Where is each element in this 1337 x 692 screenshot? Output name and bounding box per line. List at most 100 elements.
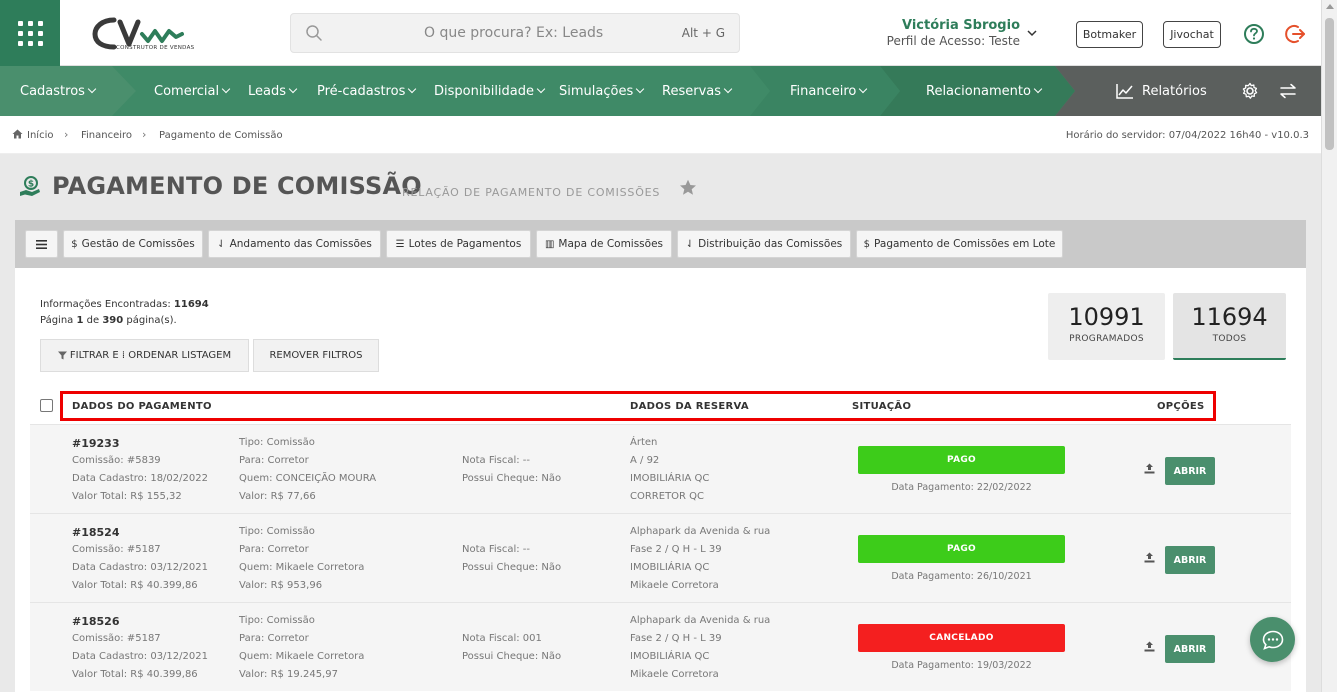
payment-to: Para: Corretor (239, 544, 309, 555)
botmaker-button[interactable]: Botmaker (1076, 21, 1143, 48)
status-badge: PAGO (858, 535, 1065, 563)
mapa-comissoes-button[interactable]: ▥ Mapa de Comissões (536, 230, 672, 258)
chevron-down-icon[interactable] (1026, 28, 1038, 38)
nav-relacionamento[interactable]: Relacionamento (926, 66, 1043, 116)
nav-relatorios[interactable]: Relatórios (1116, 66, 1207, 116)
nav-leads-label: Leads (248, 83, 287, 99)
table-row[interactable]: #19233 Comissão: #5839 Data Cadastro: 18… (30, 424, 1291, 513)
payment-who: Quem: CONCEIÇÃO MOURA (239, 473, 377, 484)
reservation-unit: Fase 2 / Q H - L 39 (630, 544, 722, 555)
column-dados-reserva[interactable]: DADOS DA RESERVA (630, 401, 749, 412)
open-button[interactable]: ABRIR (1165, 635, 1215, 663)
table-header: DADOS DO PAGAMENTO DADOS DA RESERVA SITU… (15, 391, 1306, 422)
reservation-project: Árten (630, 437, 658, 448)
total-value: Valor Total: R$ 40.399,86 (72, 580, 198, 591)
registered-date: Data Cadastro: 18/02/2022 (72, 473, 208, 484)
star-icon[interactable] (679, 179, 697, 196)
swap-icon[interactable] (1279, 83, 1297, 99)
user-info[interactable]: Victória Sbrogio Perfil de Acesso: Teste (850, 18, 1020, 48)
reservation-unit: Fase 2 / Q H - L 39 (630, 633, 722, 644)
pagination-info: Página 1 de 390 página(s). (40, 315, 177, 326)
apps-menu-button[interactable] (0, 0, 60, 66)
lotes-pagamentos-label: Lotes de Pagamentos (408, 238, 522, 250)
scroll-up-arrow[interactable] (1326, 4, 1334, 9)
table-row[interactable]: #18526 Comissão: #5187 Data Cadastro: 03… (30, 602, 1291, 691)
nav-comercial[interactable]: Comercial (154, 66, 231, 116)
nav-relatorios-label: Relatórios (1142, 83, 1207, 99)
pages-word: página(s). (126, 315, 177, 326)
scroll-thumb[interactable] (1325, 18, 1334, 150)
select-all-checkbox[interactable] (40, 399, 53, 412)
search-input[interactable] (424, 25, 664, 41)
jivochat-button[interactable]: Jivochat (1163, 21, 1221, 48)
nav-financeiro-label: Financeiro (790, 83, 857, 99)
open-button[interactable]: ABRIR (1165, 457, 1215, 485)
commission-toolbar: $ Gestão de Comissões ⇃ Andamento das Comi… (15, 220, 1306, 268)
gestao-comissoes-button[interactable]: $ Gestão de Comissões (63, 230, 203, 258)
nav-financeiro[interactable]: Financeiro (790, 66, 868, 116)
counter-programados[interactable]: 10991 PROGRAMADOS (1048, 293, 1165, 360)
page-scrollbar[interactable] (1321, 0, 1337, 692)
chevron-down-icon (87, 84, 97, 94)
logout-icon[interactable] (1285, 23, 1307, 45)
payment-id: #18526 (72, 615, 120, 628)
andamento-comissoes-button[interactable]: ⇃ Andamento das Comissões (208, 230, 381, 258)
list-icon: ☰ (395, 238, 405, 250)
breadcrumb-home[interactable]: Início (27, 130, 53, 141)
distribuicao-comissoes-button[interactable]: ⇃ Distribuição das Comissões (677, 230, 851, 258)
breadcrumb-separator: › (142, 128, 147, 141)
money-hand-icon: $ (20, 176, 40, 196)
counter-todos-value: 11694 (1191, 303, 1268, 331)
open-button[interactable]: ABRIR (1165, 546, 1215, 574)
counter-todos[interactable]: 11694 TODOS (1173, 293, 1286, 360)
page-title: PAGAMENTO DE COMISSÃO (52, 172, 422, 200)
nav-comercial-label: Comercial (154, 83, 220, 99)
table-row[interactable]: #18524 Comissão: #5187 Data Cadastro: 03… (30, 513, 1291, 602)
search-box[interactable]: Alt + G (290, 13, 740, 53)
user-name: Victória Sbrogio (901, 18, 1020, 33)
help-icon[interactable] (1243, 23, 1265, 45)
invoice: Nota Fiscal: -- (462, 544, 531, 555)
payment-who: Quem: Mikaele Corretora (239, 651, 365, 662)
breadcrumb-financeiro[interactable]: Financeiro (81, 130, 132, 141)
search-shortcut: Alt + G (681, 26, 725, 40)
payment-value: Valor: R$ 953,96 (239, 580, 323, 591)
counter-todos-label: TODOS (1212, 334, 1247, 344)
chevron-down-icon (288, 84, 298, 94)
column-situacao[interactable]: SITUAÇÃO (852, 401, 911, 412)
nav-disponibilidade[interactable]: Disponibilidade (434, 66, 546, 116)
has-cheque: Possui Cheque: Não (462, 562, 562, 573)
nav-leads[interactable]: Leads (248, 66, 298, 116)
reservation-broker: CORRETOR QC (630, 491, 705, 502)
chevron-down-icon (859, 84, 868, 94)
nav-reservas[interactable]: Reservas (662, 66, 733, 116)
upload-icon[interactable] (1144, 463, 1155, 474)
page-total: 390 (102, 315, 124, 326)
payment-id: #19233 (72, 437, 120, 450)
pagamento-lote-button[interactable]: $ Pagamento de Comissões em Lote (856, 230, 1063, 258)
nav-cadastros[interactable]: Cadastros (20, 66, 97, 116)
filter-sort-button[interactable]: FILTRAR E ⁞ ORDENAR LISTAGEM (40, 339, 249, 372)
payment-date: Data Pagamento: 19/03/2022 (891, 660, 1032, 671)
upload-icon[interactable] (1144, 552, 1155, 563)
upload-icon[interactable] (1144, 641, 1155, 652)
nav-simulacoes[interactable]: Simulações (559, 66, 645, 116)
chevron-down-icon (536, 84, 546, 94)
nav-pre-cadastros[interactable]: Pré-cadastros (317, 66, 417, 116)
chat-button[interactable] (1250, 617, 1295, 662)
gestao-comissoes-label: Gestão de Comissões (81, 238, 195, 250)
nav-disponibilidade-label: Disponibilidade (434, 83, 535, 99)
payment-to: Para: Corretor (239, 633, 309, 644)
reservation-broker: Mikaele Corretora (630, 669, 719, 680)
sort-icon: ⇃ (217, 238, 226, 250)
reservation-project: Alphapark da Avenida & rua (630, 526, 771, 537)
lotes-pagamentos-button[interactable]: ☰ Lotes de Pagamentos (386, 230, 531, 258)
page-number: 1 (76, 315, 84, 326)
remove-filters-button[interactable]: REMOVER FILTROS (253, 339, 379, 372)
main-nav: Cadastros Comercial Leads Pré-cadastros … (0, 66, 1321, 116)
gear-icon[interactable] (1241, 82, 1259, 100)
svg-text:$: $ (28, 180, 34, 190)
menu-toggle-button[interactable] (25, 230, 58, 258)
page-subtitle: RELAÇÃO DE PAGAMENTO DE COMISSÕES (402, 186, 661, 199)
column-dados-pagamento[interactable]: DADOS DO PAGAMENTO (72, 401, 212, 412)
